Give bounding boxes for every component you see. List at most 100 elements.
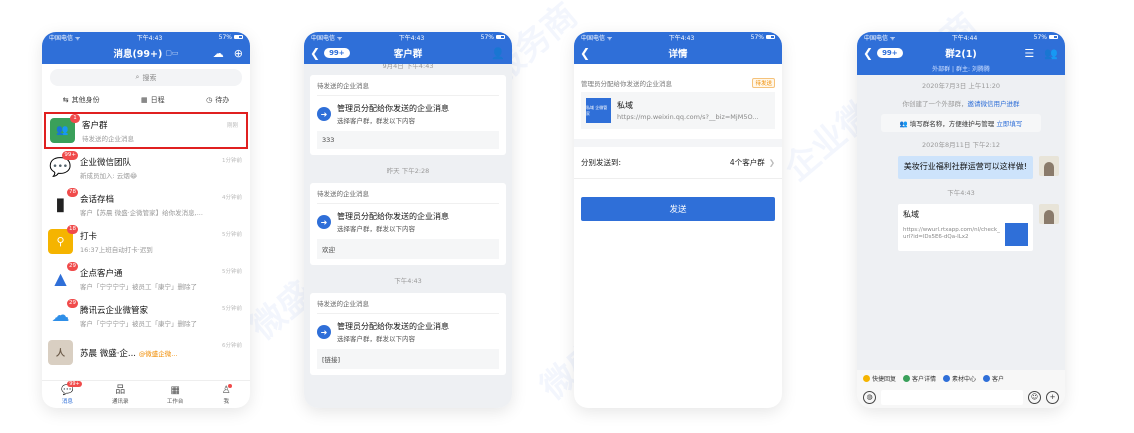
message-input[interactable] bbox=[881, 389, 1023, 405]
folder-icon bbox=[943, 374, 951, 382]
tab-contacts[interactable]: 品 通讯录 bbox=[112, 385, 129, 405]
card-subtitle: 选择客户群，群发以下内容 bbox=[337, 335, 415, 343]
person-icon[interactable]: 👤 bbox=[491, 47, 505, 60]
mass-message-card[interactable]: 待发送的企业消息 ➜ 管理员分配给你发送的企业消息 选择客户群，群发以下内容 [… bbox=[310, 293, 506, 375]
arrow-right-icon: ➜ bbox=[317, 325, 331, 339]
card-subtitle: 选择客户群，群发以下内容 bbox=[337, 225, 415, 233]
timestamp: 2020年8月11日 下午2:12 bbox=[921, 141, 1001, 149]
conversation-name: 企点客户通 bbox=[80, 268, 123, 279]
person-silhouette-icon bbox=[1044, 162, 1054, 176]
emoji-icon[interactable]: ☺ bbox=[1028, 390, 1041, 404]
timestamp: 2020年7月3日 上午11:20 bbox=[921, 82, 1001, 90]
status-bar: 中国电信 ᯤ 下午4:43 57% bbox=[574, 32, 782, 42]
battery-icon bbox=[496, 35, 505, 39]
invite-link[interactable]: 邀请微信用户进群 bbox=[968, 100, 1020, 108]
conversation-time: 5分钟前 bbox=[222, 306, 242, 312]
fill-now-link[interactable]: 立即填写 bbox=[996, 120, 1022, 128]
timestamp: 下午4:43 bbox=[947, 188, 975, 197]
switch-icon[interactable]: ▢▭ bbox=[165, 49, 178, 57]
conversation-time: 4分钟前 bbox=[222, 195, 242, 201]
switch-identity-icon: ⇆ bbox=[62, 96, 69, 104]
conversation-item-suchen[interactable]: 人 苏晨 微盛·企... @微盛企微... 6分钟前 bbox=[42, 334, 250, 371]
avatar[interactable] bbox=[1039, 203, 1059, 224]
avatar: 人 bbox=[48, 340, 73, 365]
customer-button[interactable]: 客户 bbox=[983, 374, 1004, 383]
voice-icon[interactable]: ◍ bbox=[863, 390, 876, 404]
timestamp: 9月4日 下午4:43 bbox=[382, 64, 434, 70]
person-icon bbox=[903, 374, 911, 382]
conversation-name: 会话存档 bbox=[80, 194, 115, 205]
customer-icon bbox=[983, 374, 991, 382]
send-to-value: 4个客户群 bbox=[729, 158, 765, 167]
conversation-time: 5分钟前 bbox=[222, 232, 242, 238]
clock-icon: ◷ bbox=[206, 96, 213, 104]
quick-calendar[interactable]: ▦ 日程 bbox=[141, 95, 165, 105]
link-title: 私域 bbox=[903, 209, 919, 219]
add-icon[interactable]: ⊕ bbox=[234, 47, 243, 60]
back-button[interactable]: ❮ 99+ bbox=[863, 42, 903, 64]
chevron-left-icon: ❮ bbox=[310, 46, 321, 60]
conversation-item-customer-group[interactable]: 👥 1 客户群 待发送的企业消息 刚刚 bbox=[44, 112, 248, 149]
cloud-icon[interactable]: ☁ bbox=[213, 47, 224, 60]
tab-me[interactable]: ♙ 我 bbox=[222, 383, 232, 405]
group-members-icon[interactable]: 👥 bbox=[1044, 47, 1058, 60]
location-pin-icon: ⚲ bbox=[56, 235, 65, 248]
conversation-item-qidian[interactable]: ▲ 29 企点客户通 客户「宁宁宁宁」被员工「康宁」删除了 5分钟前 bbox=[42, 260, 250, 297]
archive-icon: ▮ bbox=[55, 194, 66, 215]
qidian-logo-icon: ▲ bbox=[54, 269, 67, 288]
link-message-bubble[interactable]: 私域 https://wwurl.rtxapp.com/nl/check_url… bbox=[898, 203, 1033, 251]
back-button[interactable]: ❮ bbox=[580, 42, 590, 64]
material-center-button[interactable]: 素材中心 bbox=[943, 374, 976, 383]
send-to-row[interactable]: 分别发送到: 4个客户群 ❯ bbox=[574, 139, 782, 179]
link-title: 私域 bbox=[617, 101, 633, 110]
nav-bar: ❮ 99+ 群2(1) ☰ 👥 bbox=[857, 42, 1065, 64]
link-card[interactable]: 私域 企微管家 私域 https://mp.weixin.qq.com/s?__… bbox=[581, 92, 775, 129]
search-input[interactable]: ⌕ 搜索 bbox=[50, 69, 242, 86]
search-icon: ⌕ bbox=[135, 73, 140, 81]
detail-header: 管理员分配给你发送的企业消息 bbox=[581, 80, 672, 88]
quick-todo[interactable]: ◷ 待办 bbox=[206, 95, 229, 105]
tab-workbench[interactable]: ▦ 工作台 bbox=[167, 385, 184, 405]
card-header: 待发送的企业消息 bbox=[317, 298, 499, 314]
back-button[interactable]: ❮ 99+ bbox=[310, 42, 350, 64]
quick-reply-button[interactable]: 快捷回复 bbox=[863, 374, 896, 383]
conversation-item-wework-team[interactable]: 💬 99+ 企业微信团队 新成员加入: 云烟😂 1分钟前 bbox=[42, 149, 250, 186]
page-title: 客户群 bbox=[393, 49, 423, 60]
mass-message-card[interactable]: 待发送的企业消息 ➜ 管理员分配给你发送的企业消息 选择客户群，群发以下内容 欢… bbox=[310, 183, 506, 265]
conversation-item-tencent-cloud[interactable]: ☁ 29 腾讯云企业微管家 客户「宁宁宁宁」被员工「康宁」删除了 5分钟前 bbox=[42, 297, 250, 334]
conversation-name: 打卡 bbox=[80, 231, 98, 242]
quick-other-identity[interactable]: ⇆ 其他身份 bbox=[63, 95, 100, 105]
company-tag: @微盛企微... bbox=[138, 349, 178, 358]
conversation-item-checkin[interactable]: ⚲ 18 打卡 16:37上班自动打卡·迟到 5分钟前 bbox=[42, 223, 250, 260]
page-title: 详情 bbox=[668, 49, 688, 60]
group-icon: 👥 bbox=[899, 120, 908, 128]
message-row: 美妆行业福利社群运营可以这样做! bbox=[863, 156, 1059, 179]
person-silhouette-icon bbox=[1044, 209, 1054, 224]
chevron-right-icon: ❯ bbox=[768, 158, 775, 167]
status-bar: 中国电信 ᯤ 下午4:43 57% bbox=[304, 32, 512, 42]
system-message: 你创建了一个外部群，邀请微信用户进群 bbox=[902, 100, 1020, 108]
send-button[interactable]: 发送 bbox=[581, 197, 775, 221]
mass-message-card[interactable]: 待发送的企业消息 ➜ 管理员分配给你发送的企业消息 选择客户群，群发以下内容 3… bbox=[310, 75, 506, 155]
nav-bar: ❮ 99+ 客户群 👤 bbox=[304, 42, 512, 64]
unread-badge: 18 bbox=[67, 225, 78, 234]
quick-actions: ⇆ 其他身份 ▦ 日程 ◷ 待办 bbox=[42, 91, 250, 112]
conversation-time: 6分钟前 bbox=[222, 343, 242, 349]
notification-dot bbox=[227, 383, 232, 388]
plus-icon[interactable]: + bbox=[1046, 390, 1059, 404]
customer-detail-button[interactable]: 客户详情 bbox=[903, 374, 936, 383]
phone-group-chat: 中国电信 ᯤ 下午4:44 57% ❮ 99+ 群2(1) ☰ 👥 外部群 | … bbox=[857, 32, 1065, 408]
avatar: ☁ 29 bbox=[48, 299, 78, 328]
conversation-item-archive[interactable]: ▮ 78 会话存档 客户【苏晨 微盛·企微管家】给你发消息,... 4分钟前 bbox=[42, 186, 250, 223]
conversation-preview: 16:37上班自动打卡·迟到 bbox=[80, 245, 153, 254]
list-icon[interactable]: ☰ bbox=[1024, 47, 1034, 60]
phone-customer-group: 中国电信 ᯤ 下午4:43 57% ❮ 99+ 客户群 👤 9月4日 下午4:4… bbox=[304, 32, 512, 408]
tab-messages[interactable]: 💬 99+ 消息 bbox=[61, 380, 82, 405]
message-bubble[interactable]: 美妆行业福利社群运营可以这样做! bbox=[897, 156, 1033, 179]
link-url: https://mp.weixin.qq.com/s?__biz=MjM5O..… bbox=[617, 113, 759, 121]
card-content: 欢迎 bbox=[317, 239, 499, 259]
status-badge: 待发送 bbox=[752, 78, 775, 88]
avatar[interactable] bbox=[1039, 156, 1059, 176]
unread-badge: 99+ bbox=[67, 380, 82, 387]
conversation-preview: 客户「宁宁宁宁」被员工「康宁」删除了 bbox=[80, 282, 197, 291]
